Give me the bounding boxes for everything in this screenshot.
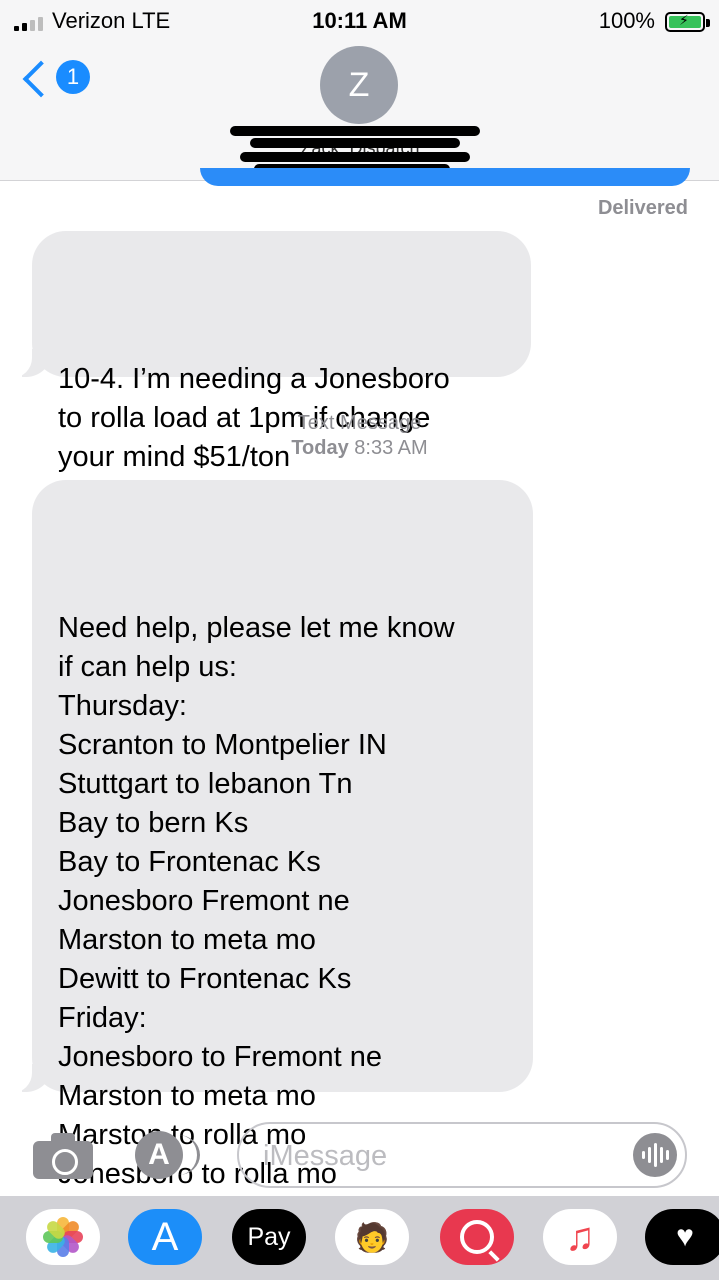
app-drawer: A Pay 🧑 ♫ ♥ (0, 1196, 719, 1280)
contact-avatar[interactable]: Z (320, 46, 398, 124)
audio-message-button[interactable] (633, 1133, 677, 1177)
memoji-icon[interactable]: 🧑 (335, 1209, 409, 1265)
apple-pay-icon[interactable]: Pay (232, 1209, 306, 1265)
app-store-icon: A (135, 1131, 183, 1179)
message-timestamp: Text Message Today 8:33 AM (0, 411, 719, 461)
battery-nub (706, 19, 710, 27)
timestamp-time: 8:33 AM (354, 437, 428, 459)
back-button[interactable]: 1 (22, 58, 92, 98)
redaction-mark (250, 138, 460, 148)
music-icon[interactable]: ♫ (543, 1209, 617, 1265)
status-bar: Verizon LTE 10:11 AM 100% (0, 6, 719, 36)
battery-charging-icon (665, 12, 705, 32)
redaction-mark (230, 126, 480, 136)
digital-touch-icon[interactable]: ♥ (645, 1209, 719, 1265)
incoming-message-bubble[interactable]: Need help, please let me know if can hel… (10, 480, 533, 1190)
web-search-icon[interactable] (440, 1209, 514, 1265)
imessage-field[interactable] (237, 1122, 687, 1188)
sent-message-bubble[interactable] (200, 168, 690, 186)
incoming-message-bubble[interactable]: 10-4. I’m needing a Jonesboro to rolla l… (10, 231, 531, 473)
app-store-button[interactable]: A (135, 1131, 200, 1181)
unread-count-badge: 1 (56, 60, 90, 94)
camera-lens-icon (52, 1149, 78, 1175)
message-text: Need help, please let me know if can hel… (58, 612, 455, 1190)
service-label: Text Message (297, 412, 422, 434)
photos-app-icon[interactable] (26, 1209, 100, 1265)
battery-percentage: 100% (598, 8, 655, 33)
app-store-icon[interactable]: A (128, 1209, 202, 1265)
chevron-left-icon (22, 60, 60, 98)
delivered-status: Delivered (597, 197, 688, 219)
conversation-header: Verizon LTE 10:11 AM 100% 1 Z Zack. Disp… (0, 0, 719, 181)
message-input[interactable] (261, 1134, 625, 1178)
apple-pay-label: Pay (247, 1222, 291, 1251)
timestamp-day: Today (291, 437, 349, 459)
redaction-mark (240, 152, 470, 162)
camera-button[interactable] (33, 1133, 93, 1179)
